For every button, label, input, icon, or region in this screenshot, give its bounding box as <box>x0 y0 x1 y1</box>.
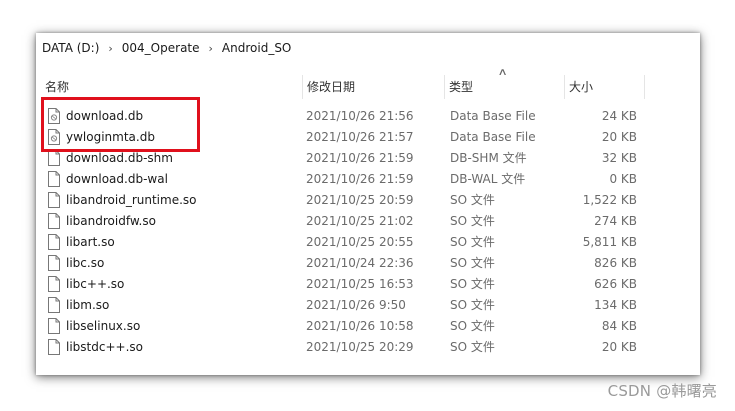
column-header-type[interactable]: 类型 <box>444 75 564 99</box>
column-divider[interactable] <box>644 75 645 99</box>
file-type: Data Base File <box>450 109 536 123</box>
highlight-box <box>41 97 200 152</box>
breadcrumb[interactable]: DATA (D:) › 004_Operate › Android_SO <box>36 33 700 63</box>
file-size: 0 KB <box>609 172 637 186</box>
file-name: download.db-wal <box>66 172 168 186</box>
file-row[interactable]: libc.so 2021/10/24 22:36 SO 文件 826 KB <box>36 253 700 274</box>
file-name: libandroid_runtime.so <box>66 193 197 207</box>
blank-file-icon <box>48 192 60 208</box>
file-size: 826 KB <box>594 256 637 270</box>
chevron-right-icon: › <box>108 41 113 55</box>
column-header-date[interactable]: 修改日期 <box>302 75 444 99</box>
file-row[interactable]: libselinux.so 2021/10/26 10:58 SO 文件 84 KB <box>36 316 700 337</box>
breadcrumb-drive[interactable]: DATA (D:) <box>42 41 99 55</box>
file-row[interactable]: libandroid_runtime.so 2021/10/25 20:59 SO … <box>36 190 700 211</box>
file-size: 134 KB <box>594 298 637 312</box>
blank-file-icon <box>48 171 60 187</box>
file-type: SO 文件 <box>450 298 495 312</box>
file-type: DB-WAL 文件 <box>450 172 526 186</box>
file-name: libc++.so <box>66 277 125 291</box>
blank-file-icon <box>48 234 60 250</box>
blank-file-icon <box>48 150 60 166</box>
file-name: libm.so <box>66 298 110 312</box>
file-modified-date: 2021/10/24 22:36 <box>306 256 414 270</box>
file-name: libc.so <box>66 256 105 270</box>
blank-file-icon <box>48 339 60 355</box>
file-type: Data Base File <box>450 130 536 144</box>
file-modified-date: 2021/10/26 21:56 <box>306 109 414 123</box>
sort-ascending-icon: ∧ <box>497 67 508 78</box>
file-modified-date: 2021/10/25 21:02 <box>306 214 414 228</box>
file-modified-date: 2021/10/26 21:59 <box>306 172 414 186</box>
blank-file-icon <box>48 276 60 292</box>
file-size: 32 KB <box>601 151 637 165</box>
file-size: 626 KB <box>594 277 637 291</box>
file-modified-date: 2021/10/25 20:29 <box>306 340 414 354</box>
blank-file-icon <box>48 297 60 313</box>
blank-file-icon <box>48 213 60 229</box>
column-header-size[interactable]: 大小 <box>564 75 644 99</box>
file-size: 1,522 KB <box>582 193 637 207</box>
file-type: SO 文件 <box>450 319 495 333</box>
file-size: 84 KB <box>601 319 637 333</box>
file-size: 20 KB <box>601 130 637 144</box>
file-modified-date: 2021/10/26 9:50 <box>306 298 406 312</box>
file-modified-date: 2021/10/25 20:59 <box>306 193 414 207</box>
breadcrumb-folder-operate[interactable]: 004_Operate <box>122 41 200 55</box>
file-size: 24 KB <box>601 109 637 123</box>
file-type: SO 文件 <box>450 340 495 354</box>
file-modified-date: 2021/10/26 21:59 <box>306 151 414 165</box>
file-name: libart.so <box>66 235 115 249</box>
file-size: 20 KB <box>601 340 637 354</box>
file-row[interactable]: download.db-wal 2021/10/26 21:59 DB-WAL 文件… <box>36 169 700 190</box>
blank-file-icon <box>48 318 60 334</box>
column-header-row: 名称 修改日期 类型 ∧ 大小 <box>36 67 700 99</box>
breadcrumb-folder-android-so[interactable]: Android_SO <box>222 41 291 55</box>
file-type: SO 文件 <box>450 214 495 228</box>
file-type: SO 文件 <box>450 235 495 249</box>
file-modified-date: 2021/10/26 10:58 <box>306 319 414 333</box>
file-modified-date: 2021/10/26 21:57 <box>306 130 414 144</box>
blank-file-icon <box>48 255 60 271</box>
file-size: 5,811 KB <box>582 235 637 249</box>
file-size: 274 KB <box>594 214 637 228</box>
column-header-name[interactable]: 名称 <box>40 75 302 99</box>
file-type: SO 文件 <box>450 277 495 291</box>
file-modified-date: 2021/10/25 16:53 <box>306 277 414 291</box>
file-name: libstdc++.so <box>66 340 143 354</box>
file-modified-date: 2021/10/25 20:55 <box>306 235 414 249</box>
file-row[interactable]: libc++.so 2021/10/25 16:53 SO 文件 626 KB <box>36 274 700 295</box>
file-name: libandroidfw.so <box>66 214 156 228</box>
file-type: SO 文件 <box>450 256 495 270</box>
watermark: CSDN @韩曙亮 <box>607 382 717 400</box>
file-type: DB-SHM 文件 <box>450 151 527 165</box>
file-name: libselinux.so <box>66 319 141 333</box>
file-type: SO 文件 <box>450 193 495 207</box>
file-row[interactable]: libart.so 2021/10/25 20:55 SO 文件 5,811 KB <box>36 232 700 253</box>
file-row[interactable]: libm.so 2021/10/26 9:50 SO 文件 134 KB <box>36 295 700 316</box>
file-row[interactable]: libandroidfw.so 2021/10/25 21:02 SO 文件 274 … <box>36 211 700 232</box>
file-row[interactable]: libstdc++.so 2021/10/25 20:29 SO 文件 20 KB <box>36 337 700 358</box>
file-explorer-window: DATA (D:) › 004_Operate › Android_SO 名称 … <box>36 33 700 375</box>
chevron-right-icon: › <box>208 41 213 55</box>
